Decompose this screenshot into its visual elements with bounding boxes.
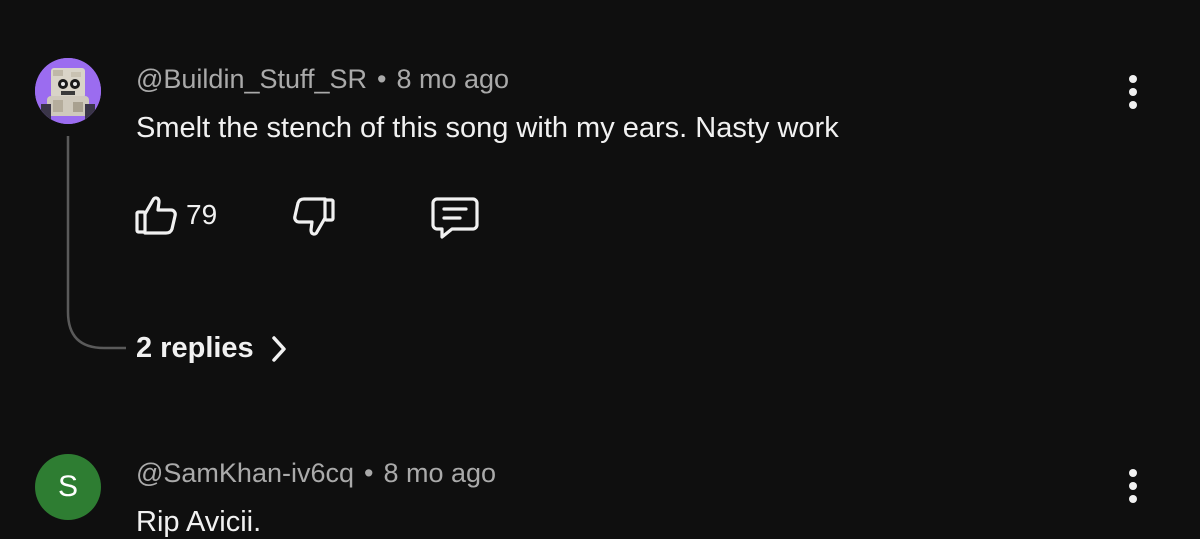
like-button[interactable]: 79 xyxy=(134,194,217,236)
replies-count: 2 replies xyxy=(136,332,254,364)
more-vert-icon[interactable] xyxy=(1118,462,1148,510)
avatar[interactable] xyxy=(35,58,101,124)
thumbs-up-icon xyxy=(135,196,177,235)
comment-meta: @SamKhan-iv6cq • 8 mo ago xyxy=(136,458,496,489)
replies-toggle[interactable]: 2 replies xyxy=(136,332,288,365)
like-count: 79 xyxy=(186,199,218,230)
comment-meta: @Buildin_Stuff_SR • 8 mo ago xyxy=(136,64,509,95)
dislike-button[interactable] xyxy=(292,196,336,238)
avatar-letter: S xyxy=(57,470,78,503)
comment: @Buildin_Stuff_SR • 8 mo ago Smelt the ste… xyxy=(0,0,1200,420)
comment-icon xyxy=(431,197,479,239)
thread-line xyxy=(66,136,126,350)
avatar[interactable]: S xyxy=(35,454,101,520)
author-name[interactable]: @SamKhan-iv6cq xyxy=(136,458,354,488)
comment-text: Smelt the stench of this song with my ea… xyxy=(136,112,839,144)
chevron-right-icon xyxy=(271,335,286,362)
more-vert-icon[interactable] xyxy=(1118,68,1148,116)
meta-separator: • xyxy=(364,458,374,488)
comment-text: Rip Avicii. xyxy=(136,506,262,538)
meta-separator: • xyxy=(377,64,387,94)
author-name[interactable]: @Buildin_Stuff_SR xyxy=(136,64,367,94)
thumbs-down-icon xyxy=(293,197,335,236)
comment: S @SamKhan-iv6cq • 8 mo ago Rip Avicii. xyxy=(0,420,1200,539)
comment-time[interactable]: 8 mo ago xyxy=(397,64,510,94)
avatar-image xyxy=(35,58,101,124)
comment-time[interactable]: 8 mo ago xyxy=(383,458,496,488)
reply-button[interactable] xyxy=(430,196,480,240)
